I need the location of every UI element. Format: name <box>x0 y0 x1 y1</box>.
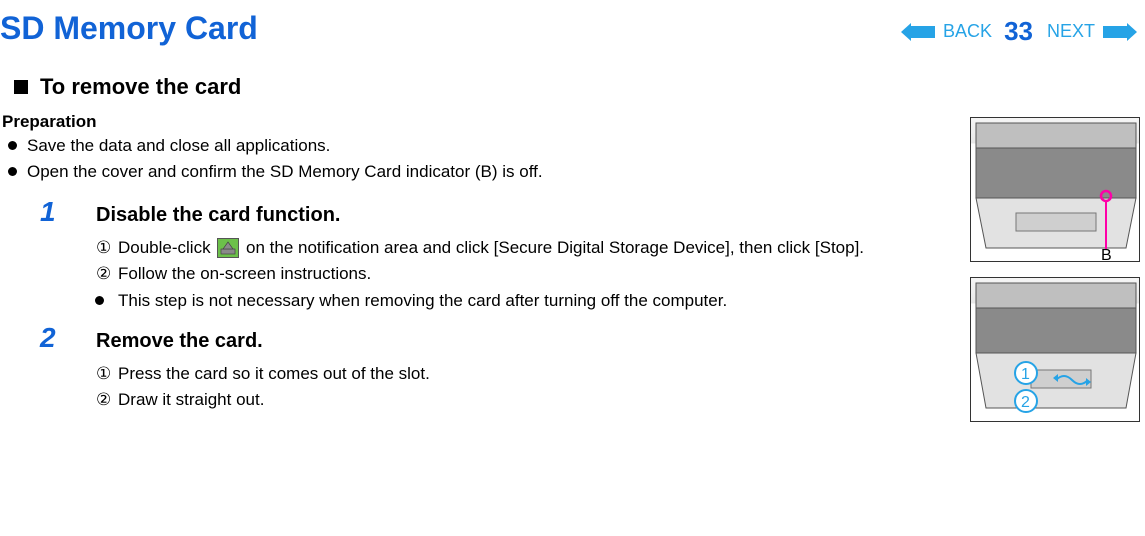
sub-text-pre: Double-click <box>118 238 215 257</box>
illustration-laptop-indicator: B <box>970 117 1140 262</box>
illustration-label-2: 2 <box>1021 394 1030 411</box>
page-title: SD Memory Card <box>0 10 258 47</box>
preparation-list: Save the data and close all applications… <box>2 134 950 184</box>
step-title: Disable the card function. <box>96 204 340 227</box>
sub-item: ② Follow the on-screen instructions. <box>96 262 950 287</box>
step-number: 2 <box>40 322 80 354</box>
sub-text: Press the card so it comes out of the sl… <box>118 362 950 387</box>
preparation-item: Open the cover and confirm the SD Memory… <box>2 160 950 184</box>
sub-text: This step is not necessary when removing… <box>118 289 950 314</box>
sub-text-post: on the notification area and click [Secu… <box>241 238 864 257</box>
illustration-label-b: B <box>1101 247 1112 262</box>
square-bullet-icon <box>14 80 28 94</box>
preparation-item: Save the data and close all applications… <box>2 134 950 158</box>
preparation-title: Preparation <box>2 112 950 132</box>
sub-marker: ② <box>96 262 118 287</box>
sub-text: Double-click on the notification area an… <box>118 236 950 261</box>
bullet-icon <box>8 167 17 176</box>
sub-item: ② Draw it straight out. <box>96 388 950 413</box>
sub-marker: ① <box>96 236 118 261</box>
step-row: 2 Remove the card. <box>2 322 950 354</box>
illustration-laptop-remove: 1 2 <box>970 277 1140 422</box>
bullet-icon <box>8 141 17 150</box>
sub-text: Follow the on-screen instructions. <box>118 262 950 287</box>
step-title: Remove the card. <box>96 330 263 353</box>
safe-remove-hardware-icon <box>217 238 239 258</box>
sub-item: This step is not necessary when removing… <box>96 289 950 314</box>
back-button[interactable]: BACK <box>943 21 992 42</box>
step-sublist: ① Press the card so it comes out of the … <box>2 362 950 413</box>
illustration-label-1: 1 <box>1021 366 1030 383</box>
next-arrow-icon[interactable] <box>1103 23 1137 41</box>
section-heading: To remove the card <box>0 72 1145 112</box>
next-button[interactable]: NEXT <box>1047 21 1095 42</box>
step-sublist: ① Double-click on the notification area … <box>2 236 950 314</box>
sub-text: Draw it straight out. <box>118 388 950 413</box>
bullet-icon <box>95 296 104 305</box>
step-number: 1 <box>40 196 80 228</box>
page-nav: BACK 33 NEXT <box>901 16 1145 47</box>
sub-item: ① Press the card so it comes out of the … <box>96 362 950 387</box>
preparation-item-text: Save the data and close all applications… <box>27 134 330 158</box>
preparation-item-text: Open the cover and confirm the SD Memory… <box>27 160 543 184</box>
section-heading-text: To remove the card <box>40 74 241 100</box>
page-number: 33 <box>1004 16 1033 47</box>
sub-marker: ② <box>96 388 118 413</box>
back-arrow-icon[interactable] <box>901 23 935 41</box>
sub-item: ① Double-click on the notification area … <box>96 236 950 261</box>
step-row: 1 Disable the card function. <box>2 196 950 228</box>
sub-marker: ① <box>96 362 118 387</box>
illustration-column: B 1 2 <box>970 112 1145 437</box>
